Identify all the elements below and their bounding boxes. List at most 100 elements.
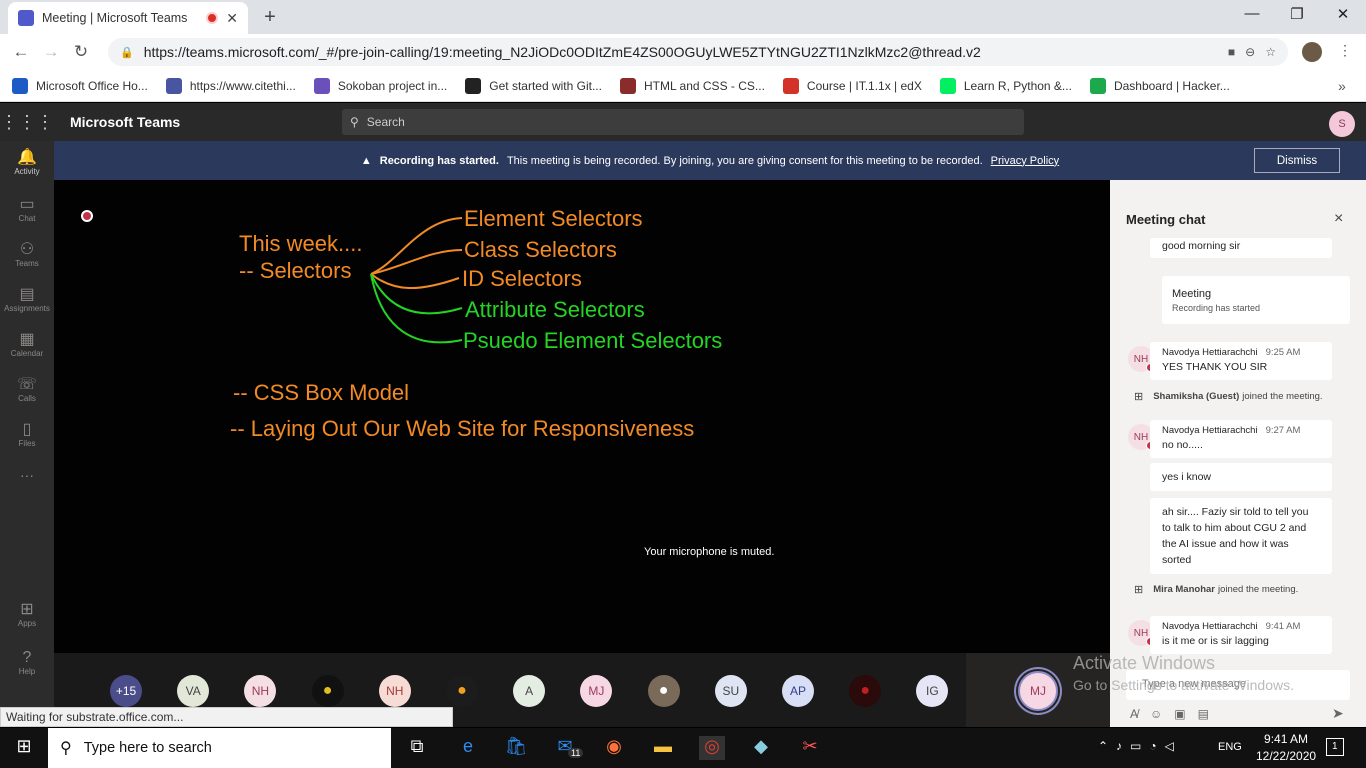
bookmark-favicon-icon: [313, 77, 330, 94]
rail-icon: ⊞: [20, 601, 34, 618]
bookmark-item[interactable]: Microsoft Office Ho...: [12, 77, 148, 94]
rail-item-4[interactable]: ▤ Assignments: [0, 286, 54, 313]
participant-avatar[interactable]: ●: [647, 675, 680, 707]
profile-avatar[interactable]: [1302, 42, 1322, 62]
bookmark-label: Dashboard | Hacker...: [1113, 78, 1230, 93]
menu-dots-icon[interactable]: ⋮: [1338, 42, 1352, 59]
firefox-icon[interactable]: ◉: [601, 736, 627, 760]
format-icon[interactable]: A̸: [1130, 707, 1138, 721]
watermark-line1: Activate Windows: [1073, 653, 1216, 673]
reload-icon[interactable]: ↻: [66, 42, 96, 62]
taskbar-search[interactable]: ⚲ Type here to search: [48, 728, 391, 768]
participant-avatar[interactable]: SU: [714, 675, 747, 707]
back-icon[interactable]: ←: [6, 42, 36, 62]
close-tab-icon[interactable]: ✕: [226, 10, 238, 27]
url-text[interactable]: https://teams.microsoft.com/_#/pre-join-…: [144, 44, 1218, 60]
privacy-policy-link[interactable]: Privacy Policy: [991, 155, 1059, 167]
rail-item-10[interactable]: ? Help: [0, 649, 54, 676]
navigation-bar: ← → ↻ 🔒 https://teams.microsoft.com/_#/p…: [0, 34, 1366, 70]
participant-avatar[interactable]: AP: [782, 675, 814, 707]
rail-label: Calendar: [10, 349, 44, 358]
rail-item-2[interactable]: ▭ Chat: [0, 196, 54, 223]
forward-icon[interactable]: →: [36, 42, 66, 62]
rail-item-9[interactable]: ⊞ Apps: [0, 601, 54, 628]
slide-intro: This week....: [239, 231, 363, 256]
app-icon[interactable]: ◆: [748, 736, 774, 760]
search-input[interactable]: ⚲ Search: [342, 109, 1024, 135]
bookmark-item[interactable]: Course | IT.1.1x | edX: [782, 77, 922, 94]
rail-item-5[interactable]: ▦ Calendar: [0, 331, 54, 358]
bookmark-label: https://www.citethi...: [189, 78, 296, 93]
bookmark-item[interactable]: Dashboard | Hacker...: [1089, 77, 1230, 94]
bookmark-item[interactable]: HTML and CSS - CS...: [619, 77, 765, 94]
recording-indicator-icon: [81, 210, 93, 222]
bookmark-item[interactable]: https://www.citethi...: [165, 77, 296, 94]
language-indicator[interactable]: ENG: [1218, 741, 1242, 753]
participant-avatar[interactable]: +15: [110, 675, 142, 707]
app-launcher-icon[interactable]: ⋮⋮⋮: [0, 112, 54, 133]
close-chat-icon[interactable]: ×: [1334, 210, 1343, 228]
clock-time: 9:41 AM: [1264, 732, 1309, 746]
rail-item-6[interactable]: ☏ Calls: [0, 376, 54, 403]
zoom-icon[interactable]: ⊖: [1245, 45, 1255, 59]
file-explorer-icon[interactable]: ▬: [650, 736, 676, 760]
windows-start-icon[interactable]: ⊞: [11, 736, 37, 760]
store-icon[interactable]: 🛍: [503, 736, 529, 760]
restore-icon[interactable]: ❐: [1277, 5, 1317, 23]
bookmark-favicon-icon: [1089, 77, 1106, 94]
more-bookmarks-icon[interactable]: »: [1338, 78, 1346, 94]
bookmark-label: Learn R, Python &...: [963, 78, 1072, 93]
message-time: 9:41 AM: [1265, 621, 1301, 632]
slide-item-id: ID Selectors: [462, 266, 582, 291]
participant-avatar[interactable]: A: [513, 675, 546, 707]
participant-avatar[interactable]: VA: [177, 675, 210, 707]
sticker-icon[interactable]: ▤: [1198, 707, 1209, 721]
participant-avatar[interactable]: ●: [849, 675, 882, 707]
chat-message: yes i know: [1150, 463, 1332, 491]
snipping-icon[interactable]: ✂: [797, 736, 823, 760]
user-avatar[interactable]: S: [1329, 111, 1355, 137]
address-bar[interactable]: 🔒 https://teams.microsoft.com/_#/pre-joi…: [108, 38, 1288, 66]
gif-icon[interactable]: ▣: [1174, 707, 1185, 721]
tray-icons[interactable]: ⌃♪▭◔◁: [1098, 739, 1182, 753]
rail-item-3[interactable]: ⚇ Teams: [0, 241, 54, 268]
bookmark-label: Get started with Git...: [489, 78, 602, 93]
bookmark-star-icon[interactable]: ☆: [1265, 45, 1276, 59]
send-icon[interactable]: ➤: [1332, 705, 1344, 722]
participant-avatar[interactable]: IG: [916, 675, 949, 707]
chat-message: Navodya Hettiarachchi 9:25 AM YES THANK YO…: [1150, 342, 1332, 380]
search-placeholder: Search: [366, 115, 405, 129]
camera-icon[interactable]: ■: [1228, 45, 1235, 59]
participant-avatar[interactable]: ●: [311, 675, 344, 707]
rail-icon: 🔔: [17, 149, 37, 166]
bookmark-item[interactable]: Learn R, Python &...: [939, 77, 1072, 94]
rail-icon: ▭: [19, 196, 35, 213]
rail-item-1[interactable]: 🔔 Activity: [0, 149, 54, 176]
rail-item-7[interactable]: ▯ Files: [0, 421, 54, 448]
browser-tab[interactable]: Meeting | Microsoft Teams ✕: [8, 2, 248, 34]
dismiss-button[interactable]: Dismiss: [1254, 148, 1340, 173]
rail-item-8[interactable]: ···: [0, 466, 54, 484]
close-window-icon[interactable]: ✕: [1323, 5, 1363, 23]
task-view-icon[interactable]: ⧉: [404, 736, 430, 760]
participant-avatar[interactable]: NH: [244, 675, 277, 707]
participant-avatar[interactable]: NH: [378, 675, 411, 707]
minimize-icon[interactable]: —: [1232, 5, 1272, 22]
new-tab-button[interactable]: +: [258, 6, 282, 29]
bookmark-item[interactable]: Get started with Git...: [465, 77, 602, 94]
bookmark-item[interactable]: Sokoban project in...: [313, 77, 447, 94]
self-avatar[interactable]: MJ: [1018, 671, 1058, 711]
message-time: 9:25 AM: [1265, 347, 1301, 358]
taskbar-clock[interactable]: 9:41 AM 12/22/2020: [1256, 731, 1316, 765]
slide-box-model: -- CSS Box Model: [233, 380, 410, 405]
participant-avatar[interactable]: ●: [446, 675, 478, 707]
recording-banner: ▲ Recording has started. This meeting is…: [54, 141, 1366, 180]
participant-avatar[interactable]: MJ: [580, 675, 613, 707]
message-text: YES THANK YOU SIR: [1162, 361, 1268, 373]
bookmark-label: Course | IT.1.1x | edX: [806, 78, 922, 93]
chrome-icon[interactable]: ◎: [699, 736, 725, 760]
slide-item-class: Class Selectors: [464, 237, 617, 262]
emoji-icon[interactable]: ☺: [1150, 707, 1162, 721]
edge-icon[interactable]: e: [455, 736, 481, 760]
slide-item-element: Element Selectors: [464, 206, 643, 231]
